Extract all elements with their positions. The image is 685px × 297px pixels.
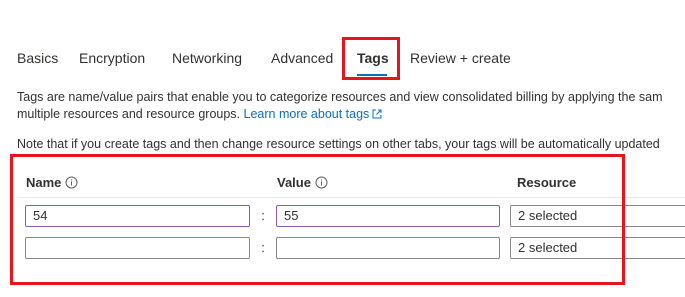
learn-more-label: Learn more about tags (243, 107, 370, 121)
tags-description-line2: multiple resources and resource groups. … (17, 106, 382, 122)
tab-review-create[interactable]: Review + create (410, 50, 511, 66)
tags-description-line1: Tags are name/value pairs that enable yo… (17, 90, 663, 104)
tab-advanced[interactable]: Advanced (271, 50, 333, 66)
tags-table-highlight-box (10, 154, 625, 285)
external-link-icon (372, 109, 382, 119)
tab-encryption[interactable]: Encryption (79, 50, 145, 66)
tab-networking[interactable]: Networking (172, 50, 242, 66)
learn-more-link[interactable]: Learn more about tags (244, 107, 383, 121)
tags-description-text: multiple resources and resource groups. (17, 107, 241, 121)
page: Basics Encryption Networking Advanced Ta… (0, 0, 685, 297)
tab-basics[interactable]: Basics (17, 50, 58, 66)
tags-note: Note that if you create tags and then ch… (17, 137, 660, 151)
tags-tab-highlight-box (342, 37, 400, 80)
